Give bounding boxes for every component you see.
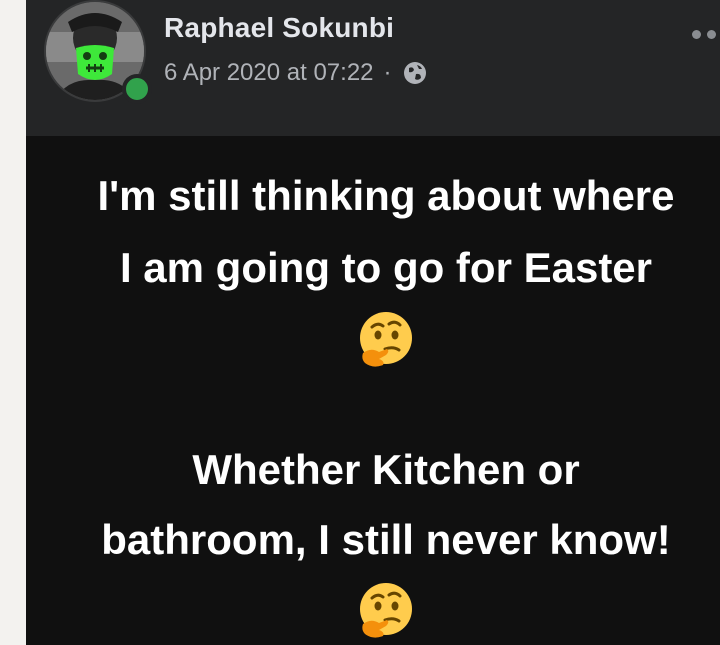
thinking-face-emoji	[360, 583, 412, 638]
author-name[interactable]: Raphael Sokunbi	[164, 12, 394, 44]
post-text-line: Whether Kitchen or	[192, 446, 580, 493]
page-left-margin	[0, 0, 27, 645]
post-meta: 6 Apr 2020 at 07:22 ·	[164, 56, 428, 90]
menu-dot	[692, 30, 701, 39]
more-options-icon[interactable]	[692, 30, 720, 42]
facebook-post: Raphael Sokunbi 6 Apr 2020 at 07:22 · I'…	[26, 0, 720, 645]
menu-dot	[707, 30, 716, 39]
post-text-line: bathroom, I still never know!	[101, 516, 671, 563]
globe-icon[interactable]	[402, 60, 428, 86]
meta-separator: ·	[383, 59, 392, 86]
post-header: Raphael Sokunbi 6 Apr 2020 at 07:22 ·	[26, 0, 720, 136]
post-text-line: I'm still thinking about where	[97, 172, 675, 219]
post-text-body: I'm still thinking about where I am goin…	[26, 136, 720, 645]
post-timestamp[interactable]: 6 Apr 2020 at 07:22	[164, 59, 374, 87]
post-text-line: I am going to go for Easter	[119, 244, 653, 291]
thinking-face-emoji	[360, 312, 412, 367]
online-status-indicator	[122, 74, 152, 104]
